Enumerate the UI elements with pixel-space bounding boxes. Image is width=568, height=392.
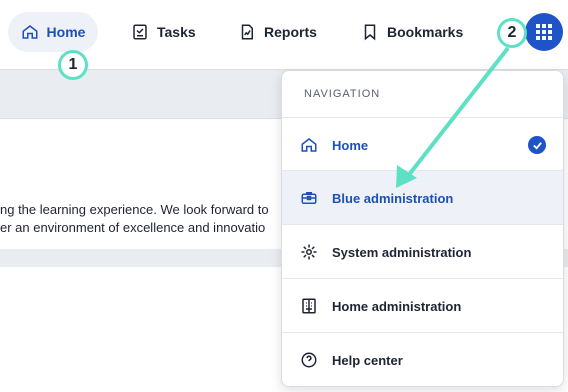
annotation-callout-2: 2 bbox=[497, 18, 527, 48]
annotation-callout-1: 1 bbox=[58, 50, 88, 80]
